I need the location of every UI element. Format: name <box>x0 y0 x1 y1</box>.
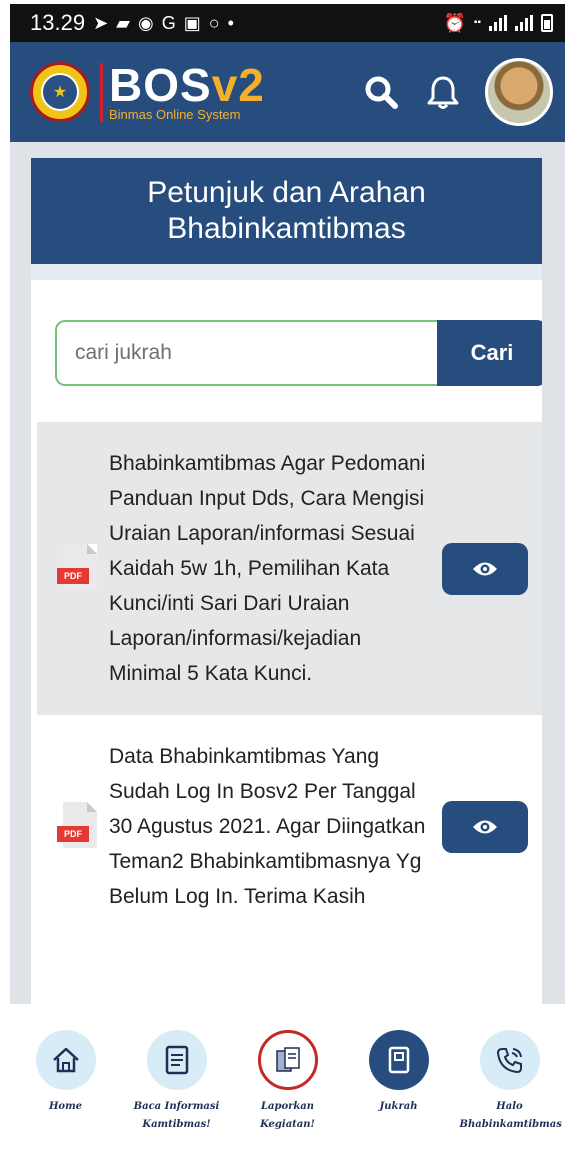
brand-version: v2 <box>211 58 265 111</box>
pdf-badge: PDF <box>57 567 89 584</box>
document-title: Data Bhabinkamtibmas Yang Sudah Log In B… <box>109 745 426 908</box>
list-item: PDF Data Bhabinkamtibmas Yang Sudah Log … <box>37 715 542 938</box>
nav-halo-bhabinkamtibmas[interactable]: Halo Bhabinkamtibmas <box>454 1030 565 1170</box>
report-icon <box>275 1047 300 1072</box>
nav-home-circle <box>35 1030 96 1090</box>
signal-2-icon <box>515 15 533 31</box>
nav-baca-label: Baca Informasi Kamtibmas! <box>133 1101 220 1130</box>
pdf-file-icon: PDF <box>57 801 99 852</box>
pdf-badge: PDF <box>57 825 89 842</box>
notification-icon: ◉ <box>138 13 154 33</box>
home-icon <box>52 1047 79 1073</box>
nav-baca-informasi[interactable]: Baca Informasi Kamtibmas! <box>121 1030 232 1170</box>
notification-button[interactable] <box>423 72 463 112</box>
app-header: ★ BOSv2 Binmas Online System <box>10 42 565 142</box>
book-icon <box>388 1046 409 1074</box>
bottom-navigation: Home Baca Informasi Kamtibmas! Laporkan … <box>10 1004 565 1170</box>
phone-icon <box>496 1048 522 1074</box>
nav-laporkan-circle <box>257 1030 318 1090</box>
status-time: 13.29 <box>30 10 86 35</box>
alarm-icon: ⏰ <box>443 13 466 33</box>
card-header: Petunjuk dan Arahan Bhabinkamtibmas <box>31 158 542 280</box>
search-submit-button[interactable]: Cari <box>437 320 542 386</box>
nav-jukrah-circle <box>368 1030 429 1090</box>
search-button[interactable] <box>361 72 401 112</box>
nav-halo-label: Halo Bhabinkamtibmas <box>459 1101 562 1130</box>
pdf-file-icon: PDF <box>57 543 99 594</box>
page-title: Petunjuk dan Arahan Bhabinkamtibmas <box>147 176 426 245</box>
view-document-button[interactable] <box>442 542 528 595</box>
list-item: PDF Bhabinkamtibmas Agar Pedomani Pandua… <box>37 422 542 715</box>
nav-laporkan-label: Laporkan Kegiatan! <box>260 1101 315 1130</box>
google-icon: G <box>161 13 176 33</box>
nav-jukrah[interactable]: Jukrah <box>343 1030 454 1170</box>
nav-jukrah-label: Jukrah <box>379 1101 418 1112</box>
circle-icon: ○ <box>208 13 220 33</box>
police-logo-icon: ★ <box>30 62 90 122</box>
document-title: Bhabinkamtibmas Agar Pedomani Panduan In… <box>109 452 426 685</box>
nav-baca-circle <box>146 1030 207 1090</box>
nav-home[interactable]: Home <box>10 1030 121 1170</box>
bell-icon <box>427 76 459 109</box>
view-document-button[interactable] <box>442 800 528 853</box>
nav-home-label: Home <box>48 1101 83 1112</box>
jukrah-card: Petunjuk dan Arahan Bhabinkamtibmas Cari… <box>31 158 542 1004</box>
document-icon <box>165 1045 188 1075</box>
search-bar: Cari <box>55 320 542 386</box>
search-input[interactable] <box>55 320 437 386</box>
brand-logo: BOSv2 Binmas Online System <box>100 62 265 122</box>
document-list: PDF Bhabinkamtibmas Agar Pedomani Pandua… <box>37 422 542 938</box>
chat-icon: ▰ <box>116 13 130 33</box>
search-icon <box>365 76 398 109</box>
volte-icon: ▪▪ <box>473 17 481 28</box>
dot-icon: • <box>227 13 234 33</box>
nav-halo-circle <box>479 1030 540 1090</box>
status-bar: 13.29 ➤ ▰ ◉ G ▣ ○ • ⏰ ▪▪ <box>10 4 565 42</box>
user-avatar[interactable] <box>485 58 553 126</box>
eye-icon <box>473 820 497 833</box>
app-icon: ▣ <box>183 13 201 33</box>
send-icon: ➤ <box>93 13 109 33</box>
signal-icon <box>489 15 507 31</box>
brand-subtitle: Binmas Online System <box>109 106 241 122</box>
battery-icon <box>541 14 553 32</box>
nav-laporkan-kegiatan[interactable]: Laporkan Kegiatan! <box>232 1030 343 1170</box>
eye-icon <box>473 562 497 575</box>
brand-name: BOS <box>109 58 212 111</box>
